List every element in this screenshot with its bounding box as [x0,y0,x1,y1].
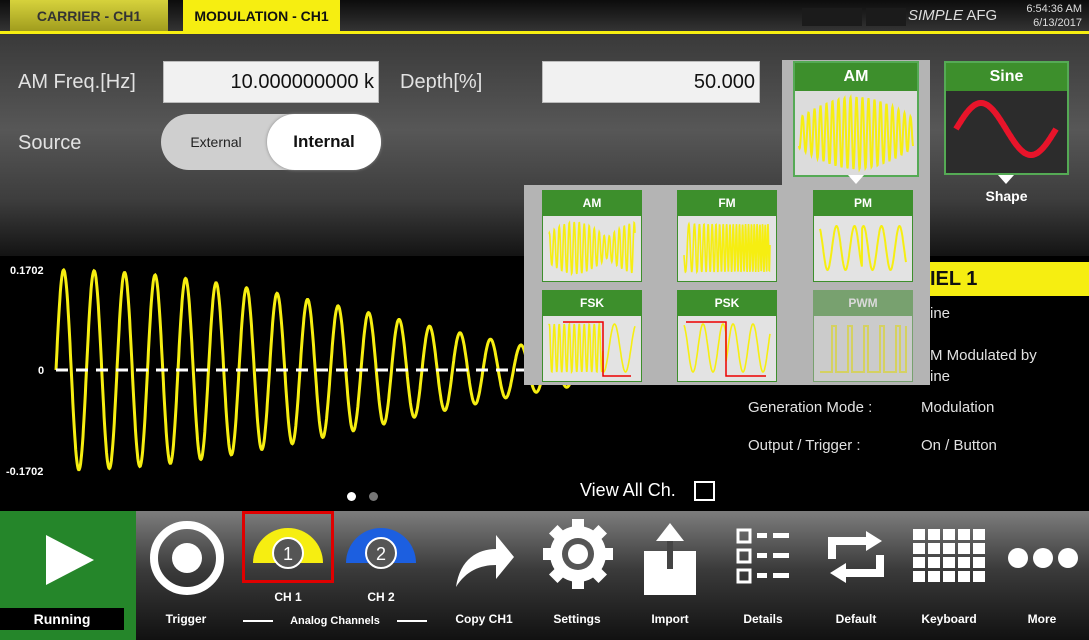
ch1-selected-outline [242,511,334,583]
shape-label: Sine [946,63,1067,91]
caret-down-icon [848,175,864,184]
info-mode-value: M Modulated by [930,347,1037,364]
reset-icon [828,531,884,583]
details-list-icon [736,528,789,584]
bottom-toolbar: Running Trigger 1 CH 1 2 CH 2 Analog Cha… [0,511,1089,640]
modulation-type-label: AM [795,63,917,91]
generation-mode-label: Generation Mode : [748,399,873,416]
pwm-wave-icon [820,325,907,373]
gear-icon [543,519,613,589]
popup-option-am[interactable]: AM [542,190,642,282]
clock: 6:54:36 AM 6/13/2017 [1026,3,1082,29]
page-indicator[interactable] [369,492,378,501]
depth-input[interactable]: 50.000 [542,61,760,103]
tab-modulation[interactable]: MODULATION - CH1 [183,0,340,32]
more-button[interactable]: More [996,511,1088,640]
sine-wave-icon [953,100,1059,158]
title-bar-button [802,8,862,26]
y-zero-label: 0 [38,365,44,377]
import-button[interactable]: Import [624,511,716,640]
trigger-icon [150,521,224,595]
psk-wave-icon [683,321,771,377]
output-trigger-value: On / Button [921,437,997,454]
info-mode-value-2: ine [930,368,951,385]
tab-carrier[interactable]: CARRIER - CH1 [10,0,168,32]
popup-option-fsk[interactable]: FSK [542,290,642,382]
more-dots-icon [1008,548,1078,568]
details-button[interactable]: Details [717,511,809,640]
y-min-label: -0.1702 [6,466,43,478]
keyboard-grid-icon [913,529,985,582]
tab-underline [0,31,1089,34]
modulation-type-popup: AM FM PM FSK PSK PWM [524,185,930,385]
generation-mode-value: Modulation [921,399,995,416]
keyboard-button[interactable]: Keyboard [903,511,995,640]
popup-option-pm[interactable]: PM [813,190,913,282]
page-indicator-active[interactable] [347,492,356,501]
ch2-icon: 2 [346,528,416,569]
settings-button[interactable]: Settings [531,511,623,640]
play-icon [46,535,94,585]
am-freq-input[interactable]: 10.000000000 k [163,61,379,103]
import-icon [644,523,696,595]
channel-info-header: IEL 1 [920,262,1089,296]
run-button[interactable]: Running [0,511,136,640]
shape-caption: Shape [985,188,1028,204]
analog-divider [243,620,273,622]
popup-option-pwm: PWM [813,290,913,382]
am-wave-icon [798,93,914,173]
popup-option-psk[interactable]: PSK [677,290,777,382]
fsk-wave-icon [548,321,636,377]
simple-afg-app: CARRIER - CH1 MODULATION - CH1 SIMPLE AF… [0,0,1089,640]
analog-channels-label: Analog Channels [290,615,380,627]
pm-wave-icon [819,224,907,272]
info-shape-value: ine [930,305,951,322]
view-all-channels-checkbox[interactable] [694,481,715,501]
output-trigger-label: Output / Trigger : [748,437,861,454]
copy-ch1-button[interactable]: Copy CH1 [438,511,530,640]
view-all-channels-label: View All Ch. [580,480,676,500]
fm-wave-icon [683,221,771,275]
depth-label: Depth[%] [400,71,483,93]
popup-option-fm[interactable]: FM [677,190,777,282]
analog-divider [397,620,427,622]
source-external-option[interactable]: External [161,114,271,170]
trigger-button[interactable]: Trigger [140,511,232,640]
modulation-type-card[interactable]: AM [793,61,919,177]
y-max-label: 0.1702 [10,265,44,277]
shape-card[interactable]: Sine [944,61,1069,175]
source-toggle[interactable]: External Internal [161,114,381,170]
caret-down-icon [998,175,1014,184]
app-title: SIMPLE AFG [908,7,998,24]
am-wave-icon [548,220,636,277]
svg-text:2: 2 [376,544,386,564]
source-label: Source [18,132,82,154]
am-freq-label: AM Freq.[Hz] [18,71,136,93]
title-bar-button [866,8,906,26]
default-button[interactable]: Default [810,511,902,640]
source-internal-option[interactable]: Internal [267,114,381,170]
share-arrow-icon [456,535,514,587]
